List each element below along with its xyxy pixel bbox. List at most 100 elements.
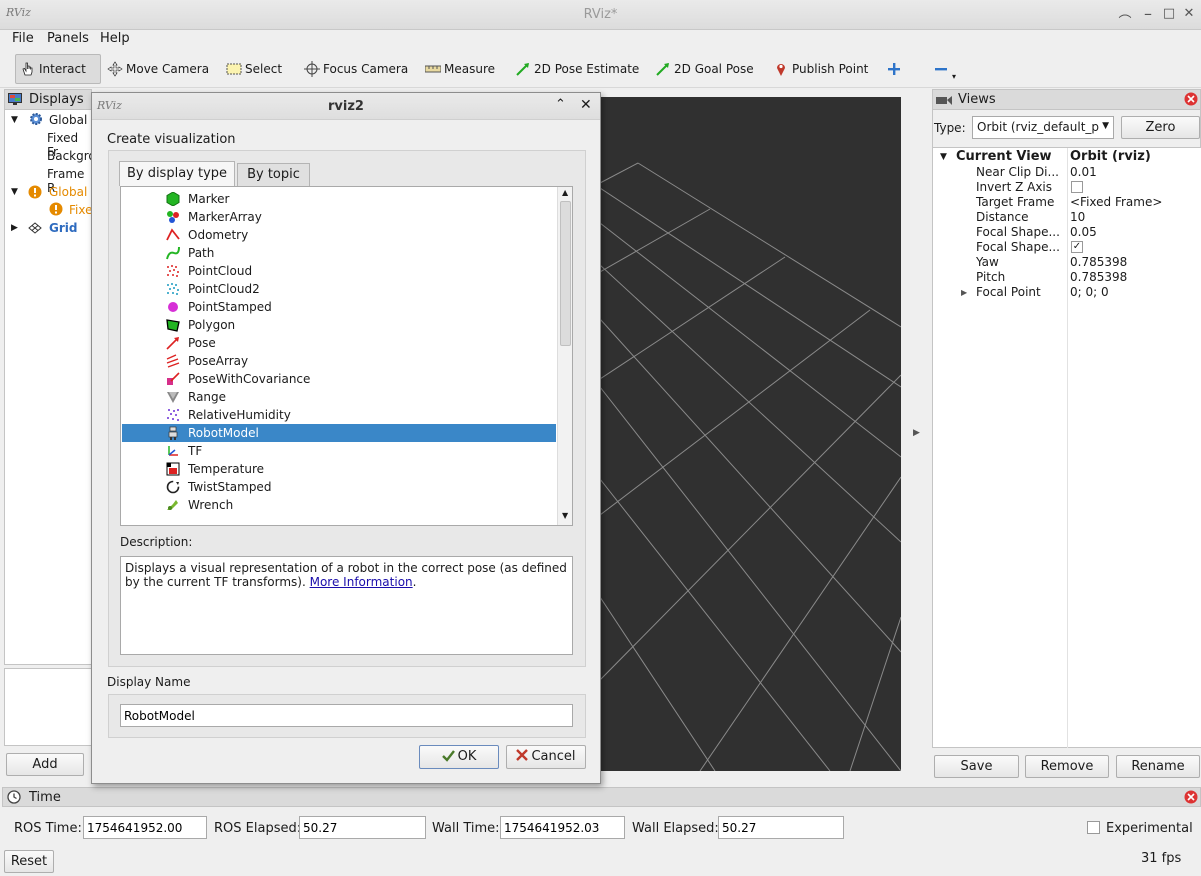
- tree-item-grid[interactable]: Grid: [49, 221, 77, 235]
- menu-help[interactable]: Help: [100, 31, 130, 46]
- expand-arrow-icon[interactable]: ▼: [11, 187, 18, 197]
- tool-move-camera[interactable]: Move Camera: [103, 54, 213, 84]
- list-item[interactable]: Temperature: [122, 460, 556, 478]
- list-item-label: TF: [188, 444, 203, 458]
- camera-icon: [936, 94, 952, 110]
- list-item[interactable]: RelativeHumidity: [122, 406, 556, 424]
- chevron-down-icon: ▼: [1102, 121, 1109, 131]
- experimental-checkbox[interactable]: [1087, 821, 1100, 834]
- point-cloud2-icon: [166, 282, 180, 296]
- tree-item-background[interactable]: Backgro: [47, 149, 96, 163]
- menubar: File Panels Help: [0, 30, 1201, 50]
- list-item[interactable]: MarkerArray: [122, 208, 556, 226]
- list-item[interactable]: PointCloud2: [122, 280, 556, 298]
- tool-interact[interactable]: Interact: [15, 54, 101, 84]
- menu-panels[interactable]: Panels: [47, 31, 89, 46]
- 3d-viewport[interactable]: [600, 97, 901, 771]
- ok-check-icon: [441, 748, 455, 762]
- close-views-panel-icon[interactable]: [1184, 92, 1198, 110]
- add-display-button[interactable]: Add: [6, 753, 84, 776]
- prop-target-frame-value[interactable]: <Fixed Frame>: [1070, 195, 1162, 209]
- list-item[interactable]: Range: [122, 388, 556, 406]
- minimize-window-button[interactable]: ︵: [1116, 5, 1134, 23]
- description-box: Displays a visual representation of a ro…: [120, 556, 573, 655]
- prop-focal-point-value[interactable]: 0; 0; 0: [1070, 285, 1109, 299]
- list-item[interactable]: Odometry: [122, 226, 556, 244]
- tool-publish-point[interactable]: Publish Point: [769, 54, 872, 84]
- display-name-input[interactable]: [120, 704, 573, 727]
- scroll-down-icon[interactable]: ▼: [562, 511, 568, 520]
- wall-time-label: Wall Time:: [432, 821, 500, 836]
- close-window-button[interactable]: ✕: [1180, 5, 1198, 23]
- collapse-arrow-icon[interactable]: ▶: [961, 288, 967, 297]
- list-item[interactable]: Path: [122, 244, 556, 262]
- tree-item-global-status[interactable]: Global: [49, 185, 87, 199]
- robot-model-icon: [166, 426, 180, 440]
- display-type-list[interactable]: Marker MarkerArray Odometry Path PointCl…: [120, 186, 573, 526]
- remove-tool-button[interactable]: ▾: [929, 54, 960, 84]
- more-information-link[interactable]: More Information: [310, 575, 413, 589]
- tool-2d-goal-pose[interactable]: 2D Goal Pose: [651, 54, 758, 84]
- ok-button[interactable]: OK: [419, 745, 499, 769]
- rename-view-button[interactable]: Rename: [1116, 755, 1200, 778]
- tool-select[interactable]: Select: [222, 54, 286, 84]
- tool-measure[interactable]: Measure: [421, 54, 499, 84]
- cancel-button[interactable]: Cancel: [506, 745, 586, 769]
- list-item-label: Odometry: [188, 228, 249, 242]
- list-item[interactable]: PoseArray: [122, 352, 556, 370]
- add-tool-button[interactable]: [882, 54, 909, 84]
- odometry-icon: [166, 228, 180, 242]
- dialog-shade-button[interactable]: ⌃: [555, 97, 566, 112]
- list-scrollbar[interactable]: ▲ ▼: [557, 187, 572, 525]
- list-item[interactable]: Polygon: [122, 316, 556, 334]
- prop-near-clip-value[interactable]: 0.01: [1070, 165, 1097, 179]
- scrollbar-thumb[interactable]: [560, 201, 571, 346]
- display-name-label: Display Name: [107, 675, 191, 689]
- list-item[interactable]: PointCloud: [122, 262, 556, 280]
- maximize-window-button[interactable]: □: [1160, 5, 1178, 23]
- minimize-icon[interactable]: –: [1139, 5, 1157, 23]
- scroll-up-icon[interactable]: ▲: [562, 188, 568, 197]
- prop-focal-shape-size-value[interactable]: 0.05: [1070, 225, 1097, 239]
- list-item[interactable]: PoseWithCovariance: [122, 370, 556, 388]
- expand-arrow-icon[interactable]: ▼: [940, 152, 947, 162]
- ros-time-field[interactable]: [83, 816, 207, 839]
- list-item-selected[interactable]: RobotModel: [122, 424, 556, 442]
- save-view-button[interactable]: Save: [934, 755, 1019, 778]
- tool-focus-camera[interactable]: Focus Camera: [300, 54, 412, 84]
- list-item[interactable]: PointStamped: [122, 298, 556, 316]
- collapse-arrow-icon[interactable]: ▶: [11, 223, 18, 233]
- list-item-label: RelativeHumidity: [188, 408, 291, 422]
- display-description-panel: [4, 668, 92, 746]
- wall-time-field[interactable]: [500, 816, 625, 839]
- list-item[interactable]: Wrench: [122, 496, 556, 514]
- tree-item-global-options[interactable]: Global: [49, 113, 87, 127]
- prop-distance-value[interactable]: 10: [1070, 210, 1085, 224]
- invert-z-checkbox[interactable]: [1071, 181, 1083, 193]
- ros-time-label: ROS Time:: [14, 821, 82, 836]
- zero-button[interactable]: Zero: [1121, 116, 1200, 139]
- tab-by-topic[interactable]: By topic: [237, 163, 310, 186]
- list-item[interactable]: TF: [122, 442, 556, 460]
- reset-button[interactable]: Reset: [4, 850, 54, 873]
- tree-item-fixed-frame-status[interactable]: Fixe: [69, 203, 92, 217]
- ros-elapsed-field[interactable]: [299, 816, 426, 839]
- close-time-panel-icon[interactable]: [1184, 790, 1198, 808]
- dialog-close-button[interactable]: ✕: [580, 97, 592, 113]
- remove-view-button[interactable]: Remove: [1025, 755, 1109, 778]
- list-item[interactable]: Pose: [122, 334, 556, 352]
- menu-file[interactable]: File: [12, 31, 34, 46]
- list-item[interactable]: TwistStamped: [122, 478, 556, 496]
- expand-right-panel-icon[interactable]: ▶: [913, 428, 920, 438]
- tool-2d-pose-estimate[interactable]: 2D Pose Estimate: [511, 54, 643, 84]
- expand-arrow-icon[interactable]: ▼: [11, 115, 18, 125]
- view-type-select[interactable]: Orbit (rviz_default_p ▼: [972, 116, 1114, 139]
- prop-pitch-value[interactable]: 0.785398: [1070, 270, 1127, 284]
- prop-yaw-value[interactable]: 0.785398: [1070, 255, 1127, 269]
- wall-elapsed-field[interactable]: [718, 816, 844, 839]
- views-panel: Views Type: Orbit (rviz_default_p ▼ Zero…: [932, 89, 1201, 748]
- grid-rendering: [600, 162, 901, 771]
- tab-by-display-type[interactable]: By display type: [119, 161, 235, 186]
- list-item[interactable]: Marker: [122, 190, 556, 208]
- focal-shape-fixed-checkbox[interactable]: ✓: [1071, 241, 1083, 253]
